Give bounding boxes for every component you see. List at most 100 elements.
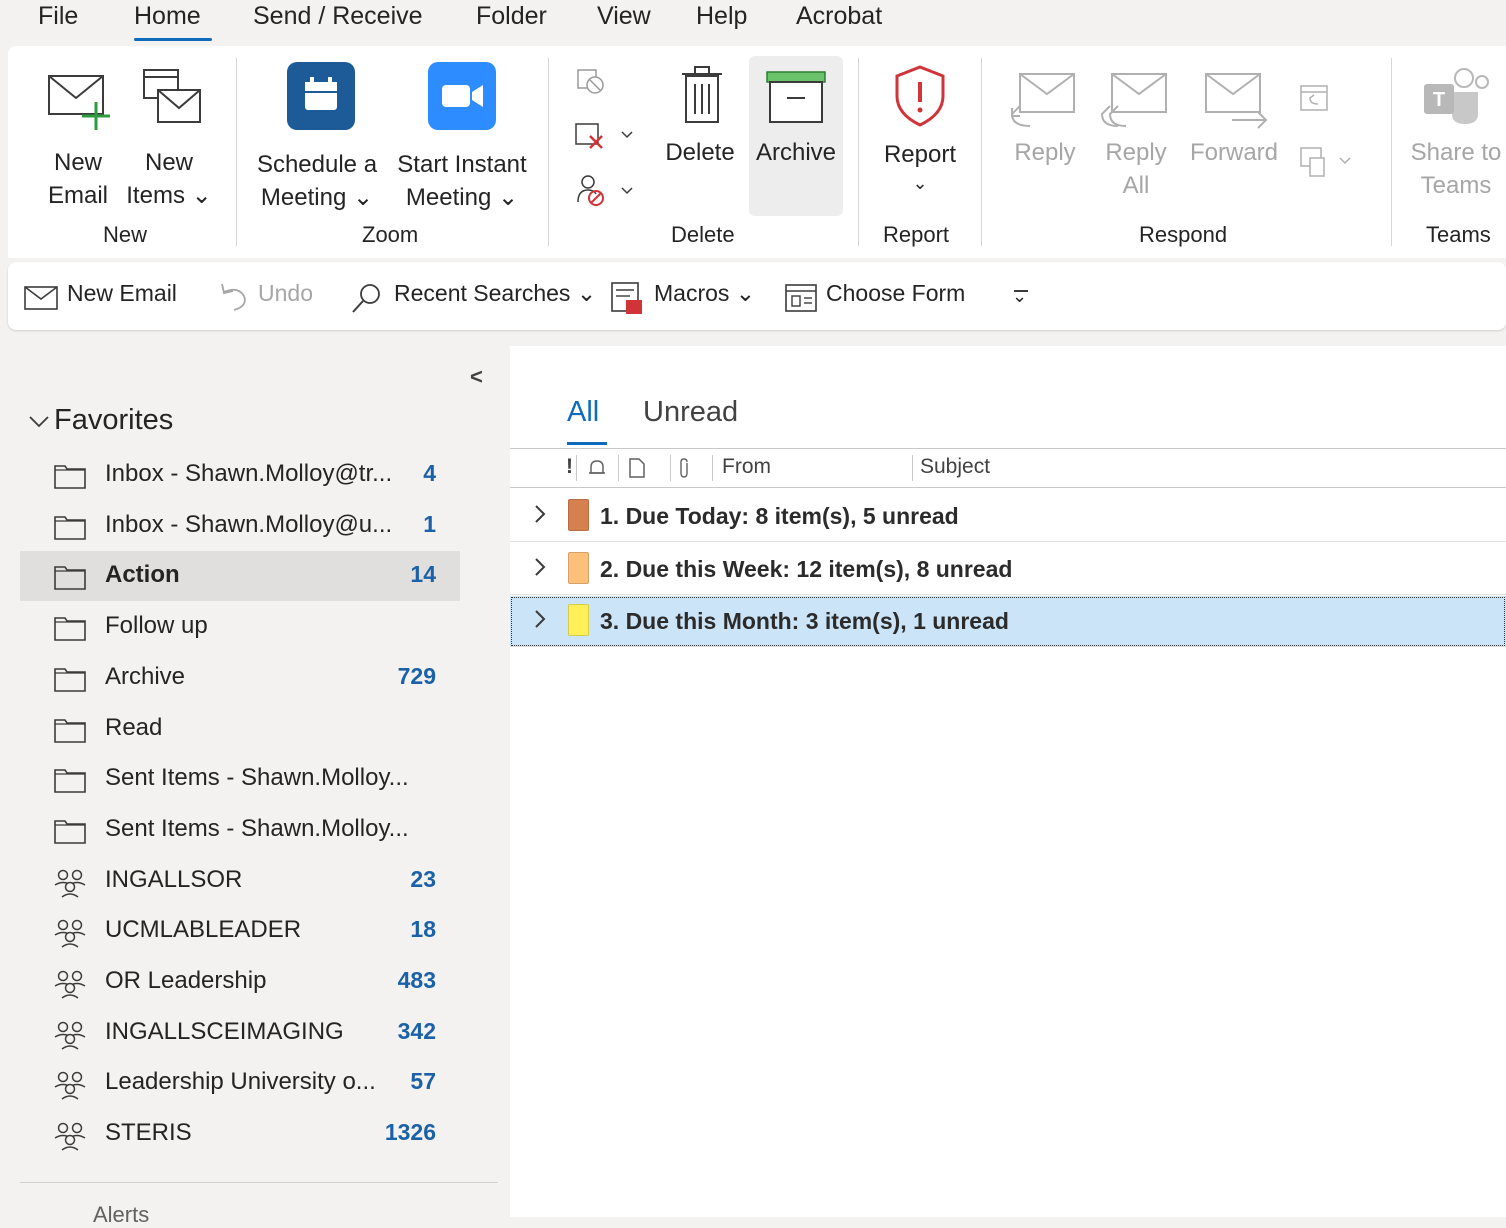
chevron-right-icon[interactable] [532,556,548,578]
favorite-item[interactable]: OR Leadership 483 [20,957,460,1007]
group-label-new: New [103,222,148,247]
new-email-icon [48,75,110,130]
collapse-pane-button[interactable]: < [470,364,483,390]
share-to-teams-button[interactable]: T Share to Teams [1406,56,1506,206]
start-instant-meeting-button[interactable]: Start Instant Meeting ⌄ [392,56,532,211]
quick-access-toolbar: New Email Undo Recent Searches ⌄ Macros … [8,262,1506,330]
archive-button[interactable]: Archive [749,56,843,216]
envelope-icon [24,286,58,310]
new-email-button[interactable]: New Email [38,56,118,209]
favorite-item[interactable]: UCMLABLEADER 18 [20,906,460,956]
favorite-item[interactable]: Action 14 [20,551,460,602]
folder-icon [54,718,86,743]
customize-qat-button[interactable]: ⌄ [1008,280,1038,312]
new-email-label-1: New [53,149,102,176]
attachment-icon[interactable] [676,457,692,479]
favorite-item-label: Read [105,713,163,741]
importance-column-header[interactable]: ! [566,455,573,479]
qat-choose-form-button[interactable]: Choose Form [782,276,978,316]
meeting-reply-icon[interactable] [1298,80,1332,114]
share-teams-label-1: Share to [1410,139,1502,166]
group-label-teams: Teams [1426,222,1491,247]
folder-icon [54,515,86,540]
item-type-icon[interactable] [628,457,646,479]
group-label-zoom: Zoom [362,222,419,247]
unread-count: 18 [410,916,436,943]
new-items-icon [143,69,201,123]
schedule-meeting-button[interactable]: Schedule a Meeting ⌄ [252,56,382,211]
reply-all-icon [1100,73,1167,127]
qat-new-email-button[interactable]: New Email [22,276,182,316]
favorite-item-label: UCMLABLEADER [105,916,302,944]
group-people-icon [54,1072,86,1101]
pane-divider [20,1182,498,1183]
group-header-text: 3. Due this Month: 3 item(s), 1 unread [600,608,1009,634]
qat-new-email-label: New Email [67,280,177,306]
reply-all-button[interactable]: Reply All [1096,56,1176,206]
tab-send-receive[interactable]: Send / Receive [253,2,423,31]
more-respond-icon[interactable] [1298,144,1358,180]
favorite-item-label: Action [105,561,180,589]
forward-icon [1205,73,1268,129]
tab-file[interactable]: File [38,2,78,31]
alerts-label[interactable]: Alerts [93,1202,149,1228]
favorite-item[interactable]: Inbox - Shawn.Molloy@u... 1 [20,501,460,551]
ribbon: New Email New Items ⌄ New Schedule a Mee… [8,46,1506,258]
reminder-bell-icon[interactable] [586,457,608,479]
favorite-item[interactable]: Inbox - Shawn.Molloy@tr... 4 [20,450,460,500]
qat-macros-button[interactable]: Macros ⌄ [610,276,760,316]
unread-count: 483 [397,967,436,993]
conversation-group-row[interactable]: 2. Due this Week: 12 item(s), 8 unread [510,544,1506,595]
favorite-item-label: Inbox - Shawn.Molloy@tr... [105,460,393,487]
unread-count: 14 [410,561,436,588]
chevron-right-icon[interactable] [532,503,548,525]
folder-pane: < Favorites Inbox - Shawn.Molloy@tr... 4 I… [8,346,506,1227]
tab-view[interactable]: View [597,2,651,31]
zoom-calendar-icon [287,62,355,130]
folder-icon [54,769,86,793]
chevron-right-icon[interactable] [532,608,548,630]
favorite-item[interactable]: INGALLSOR 23 [20,856,460,906]
favorite-item[interactable]: Sent Items - Shawn.Molloy... [20,754,460,804]
group-label-respond: Respond [1139,222,1228,247]
ignore-icon[interactable] [576,66,606,96]
group-people-icon [54,920,86,948]
qat-recent-searches-button[interactable]: Recent Searches ⌄ [350,276,596,316]
delete-button[interactable]: Delete [658,56,742,206]
new-items-button[interactable]: New Items ⌄ [126,56,212,209]
svg-text:T: T [1433,89,1445,111]
forward-button[interactable]: Forward [1184,56,1284,206]
tab-help[interactable]: Help [696,2,747,31]
favorite-item-label: Leadership University o... [105,1068,376,1096]
clean-up-icon[interactable] [574,120,638,156]
folder-icon [54,566,86,591]
conversation-group-row[interactable]: 1. Due Today: 8 item(s), 5 unread [510,491,1506,542]
conversation-group-row[interactable]: 3. Due this Month: 3 item(s), 1 unread [510,596,1506,647]
favorite-item[interactable]: Leadership University o... 57 [20,1058,460,1108]
favorite-item[interactable]: Archive 729 [20,653,460,703]
tab-folder[interactable]: Folder [476,2,547,31]
subject-column-header[interactable]: Subject [920,455,990,479]
tab-acrobat[interactable]: Acrobat [796,2,882,31]
favorite-item[interactable]: Sent Items - Shawn.Molloy... [20,805,460,855]
favorite-item[interactable]: Read [20,704,460,754]
trash-icon [682,66,722,123]
junk-icon[interactable] [574,172,638,208]
favorites-title: Favorites [54,404,174,436]
qat-undo-button[interactable]: Undo [216,276,328,316]
favorite-item[interactable]: INGALLSCEIMAGING 342 [20,1008,460,1058]
favorite-item[interactable]: STERIS 1326 [20,1109,460,1159]
favorites-header[interactable]: Favorites [26,400,326,440]
reply-button[interactable]: Reply [1004,56,1086,206]
active-tab-indicator [134,38,212,41]
filter-tab-all[interactable]: All [567,396,599,429]
report-button[interactable]: Report ⌄ [874,56,966,206]
favorite-item-label: STERIS [105,1119,192,1147]
new-email-label-2: Email [47,182,108,209]
favorite-item[interactable]: Follow up [20,602,460,652]
form-icon [785,284,817,312]
from-column-header[interactable]: From [722,455,771,479]
filter-tab-unread[interactable]: Unread [643,396,738,429]
tab-home[interactable]: Home [134,2,201,31]
new-items-label-2: Items ⌄ [126,182,212,209]
